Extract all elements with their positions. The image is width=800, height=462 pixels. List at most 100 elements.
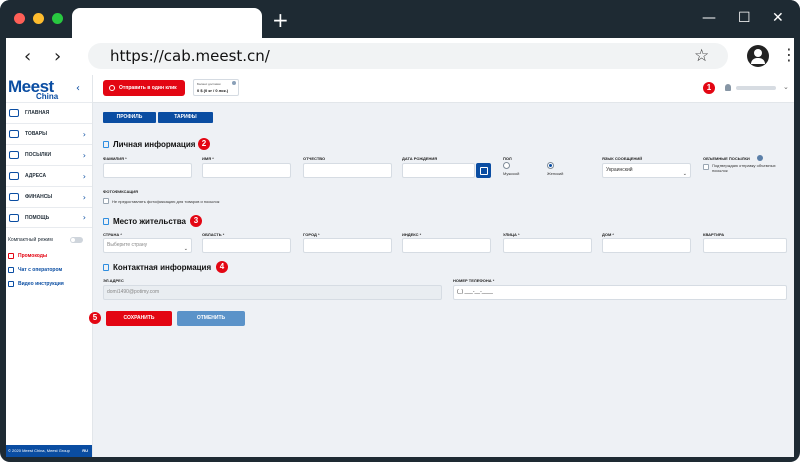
name-input[interactable] — [202, 163, 291, 178]
flat-label: КВАРТИРА — [703, 232, 725, 237]
home-icon — [9, 109, 19, 117]
minimize-dot[interactable] — [33, 13, 44, 24]
phone-icon — [103, 264, 109, 271]
chevron-down-icon: ⌄ — [183, 246, 188, 252]
house-label: ДОМ * — [602, 232, 614, 237]
city-label: ГОРОД * — [303, 232, 320, 237]
user-icon — [103, 141, 109, 148]
chevron-right-icon: › — [82, 150, 86, 160]
sidebar-item-parcels[interactable]: ПОСЫЛКИ › — [6, 144, 92, 165]
street-input[interactable] — [503, 238, 592, 253]
account-icon[interactable] — [747, 45, 769, 67]
browser-window: + — ☐ ✕ ‹ › https://cab.meest.cn/ ☆ ⋮ Me… — [0, 0, 800, 462]
sidebar-item-home[interactable]: ГЛАВНАЯ — [6, 102, 92, 123]
tab-tariffs[interactable]: ТАРИФЫ — [158, 112, 213, 123]
info-icon[interactable] — [232, 81, 236, 85]
sidebar-item-help[interactable]: ПОМОЩЬ › — [6, 207, 92, 228]
chevron-right-icon: › — [82, 129, 86, 139]
chevron-down-icon: ⌄ — [682, 171, 687, 177]
sidebar-item-goods[interactable]: ТОВАРЫ › — [6, 123, 92, 144]
top-bar: Отправить в один клик Баланс доставки 0 … — [93, 75, 794, 103]
send-one-click-button[interactable]: Отправить в один клик — [103, 80, 185, 96]
url-field[interactable]: https://cab.meest.cn/ — [88, 43, 728, 69]
chevron-down-icon[interactable]: ⌄ — [783, 83, 789, 91]
step-badge-2: 2 — [198, 138, 210, 150]
info-icon[interactable] — [757, 155, 763, 161]
photo-option-label: Не предоставлять фотофиксацию для товаро… — [112, 199, 220, 204]
phone-input[interactable]: (_) ___-__-____ — [453, 285, 787, 300]
chevron-right-icon: › — [82, 192, 86, 202]
sidebar: Meest China ‹ ГЛАВНАЯ ТОВАРЫ › ПОСЫЛКИ ›… — [6, 75, 93, 457]
maximize-dot[interactable] — [52, 13, 63, 24]
language-switch[interactable]: RU — [82, 445, 88, 457]
city-input[interactable] — [303, 238, 392, 253]
cancel-button[interactable]: ОТМЕНИТЬ — [177, 311, 245, 326]
package-icon — [9, 151, 19, 159]
email-field[interactable]: domi1490@potimy.com — [103, 285, 442, 300]
chat-label: Чат с оператором — [18, 267, 63, 273]
message-language-select[interactable]: Украинский ⌄ — [602, 163, 691, 178]
bulky-checkbox[interactable] — [703, 164, 709, 170]
browser-tab[interactable] — [72, 8, 262, 38]
bell-icon[interactable] — [725, 84, 731, 91]
region-input[interactable] — [202, 238, 291, 253]
patronymic-input[interactable] — [303, 163, 392, 178]
compact-mode-toggle[interactable] — [70, 237, 83, 243]
bulky-confirm-label: Подтверждаю отправку объемных посылок — [712, 163, 776, 173]
sidebar-item-finance[interactable]: ФИНАНСЫ › — [6, 186, 92, 207]
calendar-icon[interactable] — [476, 163, 491, 178]
sidebar-item-label: ПОМОЩЬ — [25, 214, 50, 221]
surname-label: ФАМИЛИЯ * — [103, 156, 127, 161]
house-input[interactable] — [602, 238, 691, 253]
gender-female-radio[interactable] — [547, 162, 554, 169]
cart-icon — [9, 130, 19, 138]
birthdate-label: ДАТА РОЖДЕНИЯ — [402, 156, 438, 161]
tab-profile[interactable]: ПРОФИЛЬ — [103, 112, 156, 123]
bulky-label: ОБЪЕМНЫЕ ПОСЫЛКИ — [703, 156, 750, 161]
country-select[interactable]: Выберите страну ⌄ — [103, 238, 192, 253]
gender-male-label: Мужской — [503, 171, 520, 176]
gender-label: ПОЛ — [503, 156, 512, 161]
sidebar-item-label: ФИНАНСЫ — [25, 194, 53, 200]
send-icon — [109, 85, 115, 91]
promo-link[interactable]: Промокоды — [6, 253, 47, 259]
region-label: ОБЛАСТЬ * — [202, 232, 225, 237]
forward-icon[interactable]: › — [54, 46, 61, 67]
step-badge-1: 1 — [703, 82, 715, 94]
sidebar-item-label: ТОВАРЫ — [25, 131, 48, 137]
delivery-balance: Баланс доставки 0 $ (0 кг / 0 лок.) — [193, 79, 239, 96]
flat-input[interactable] — [703, 238, 787, 253]
surname-input[interactable] — [103, 163, 192, 178]
video-icon — [8, 281, 14, 287]
promo-icon — [8, 253, 14, 259]
sidebar-item-label: АДРЕСА — [25, 173, 47, 179]
gender-male-radio[interactable] — [503, 162, 510, 169]
video-link[interactable]: Видео инструкция — [6, 281, 64, 287]
new-tab-icon[interactable]: + — [272, 10, 289, 30]
street-label: УЛИЦА * — [503, 232, 520, 237]
index-input[interactable] — [402, 238, 491, 253]
collapse-sidebar-icon[interactable]: ‹ — [76, 83, 80, 94]
balance-value: 0 $ (0 кг / 0 лок.) — [197, 88, 229, 93]
close-icon[interactable]: ✕ — [772, 10, 784, 26]
back-icon[interactable]: ‹ — [24, 46, 31, 67]
gender-female-label: Женский — [547, 171, 564, 176]
browser-menu-icon[interactable]: ⋮ — [781, 45, 797, 64]
minimize-icon[interactable]: — — [702, 10, 716, 26]
user-name-blurred[interactable] — [736, 86, 776, 90]
photo-checkbox[interactable] — [103, 198, 109, 204]
birthdate-input[interactable] — [402, 163, 475, 178]
address-bar: ‹ › https://cab.meest.cn/ ☆ ⋮ — [6, 38, 797, 75]
copyright-text: © 2020 Meest China, Meest Group — [8, 448, 70, 453]
index-label: ИНДЕКС * — [402, 232, 422, 237]
chat-link[interactable]: Чат с оператором — [6, 267, 62, 273]
sidebar-item-label: ПОСЫЛКИ — [25, 152, 52, 158]
save-button[interactable]: СОХРАНИТЬ — [106, 311, 172, 326]
bookmark-star-icon[interactable]: ☆ — [694, 46, 709, 66]
chevron-right-icon: › — [82, 171, 86, 181]
sidebar-item-label: ГЛАВНАЯ — [25, 110, 50, 116]
close-dot[interactable] — [14, 13, 25, 24]
sidebar-item-addresses[interactable]: АДРЕСА › — [6, 165, 92, 186]
photo-label: ФОТОФИКСАЦИЯ — [103, 189, 139, 194]
maximize-icon[interactable]: ☐ — [738, 10, 751, 26]
